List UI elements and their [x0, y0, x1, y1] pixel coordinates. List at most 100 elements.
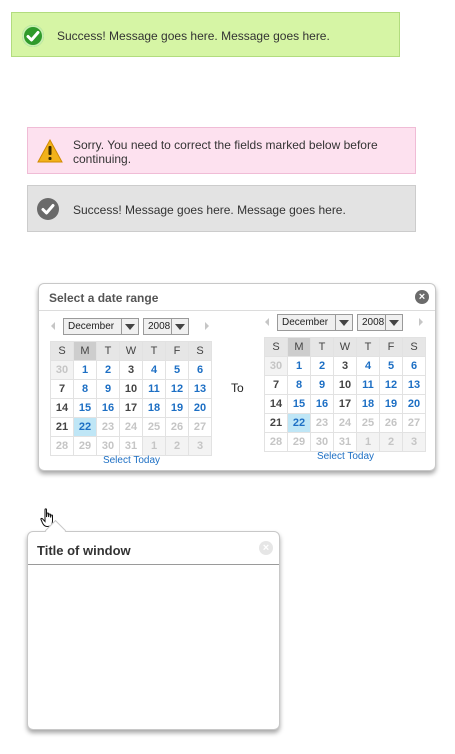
calendar-day[interactable]: 4 [142, 360, 166, 380]
calendar-day: 27 [402, 413, 426, 433]
weekday-header: S [50, 341, 74, 361]
calendar-day: 29 [73, 436, 97, 456]
calendar-day: 7 [264, 375, 288, 395]
weekday-header: F [165, 341, 189, 361]
next-month-arrow-icon[interactable] [419, 318, 423, 326]
calendar-day: 21 [264, 413, 288, 433]
calendar-day: 30 [50, 360, 74, 380]
calendar-day[interactable]: 1 [287, 356, 311, 376]
calendar-day[interactable]: 15 [287, 394, 311, 414]
calendar-day: 10 [119, 379, 143, 399]
calendar-day: 30 [96, 436, 120, 456]
calendar-day: 29 [287, 432, 311, 452]
calendar-day: 1 [356, 432, 380, 452]
calendar-day: 2 [379, 432, 403, 452]
month-select[interactable]: December [277, 314, 353, 331]
calendar-day: 3 [333, 356, 357, 376]
calendar-day[interactable]: 18 [142, 398, 166, 418]
year-select-value: 2008 [148, 321, 171, 332]
calendar-day: 17 [333, 394, 357, 414]
calendar-day: 28 [50, 436, 74, 456]
calendar-day: 30 [264, 356, 288, 376]
calendar-day[interactable]: 5 [165, 360, 189, 380]
month-select[interactable]: December [63, 318, 139, 335]
calendar-day[interactable]: 8 [287, 375, 311, 395]
calendar-day: 7 [50, 379, 74, 399]
calendar-day: 17 [119, 398, 143, 418]
calendar-day[interactable]: 6 [402, 356, 426, 376]
weekday-header: S [264, 337, 288, 357]
calendar-day: 23 [310, 413, 334, 433]
weekday-header: S [402, 337, 426, 357]
calendar-day[interactable]: 19 [165, 398, 189, 418]
select-today-link[interactable]: Select Today [50, 455, 213, 466]
year-select[interactable]: 2008 [143, 318, 189, 335]
calendar-day: 26 [379, 413, 403, 433]
popup-window: Title of window × [27, 519, 280, 730]
previous-month-arrow-icon[interactable] [265, 318, 269, 326]
calendar-grid: S M T W T F S 30 1 2 3 4 5 6 7 8 9 10 11 12 13 14 15 16 17 18 19 20… [50, 341, 212, 456]
neutral-message-text: Success! Message goes here. Message goes… [73, 203, 346, 217]
calendar-day[interactable]: 2 [96, 360, 120, 380]
month-select-value: December [282, 317, 329, 328]
previous-month-arrow-icon[interactable] [51, 322, 55, 330]
calendar-day[interactable]: 19 [379, 394, 403, 414]
calendar-day: 3 [119, 360, 143, 380]
calendar-day: 1 [142, 436, 166, 456]
calendar-day[interactable]: 20 [188, 398, 212, 418]
neutral-message: Success! Message goes here. Message goes… [27, 185, 416, 232]
calendar-day[interactable]: 9 [310, 375, 334, 395]
calendar-day: 3 [402, 432, 426, 452]
calendar-day[interactable]: 12 [379, 375, 403, 395]
weekday-header: W [119, 341, 143, 361]
calendar-day[interactable]: 6 [188, 360, 212, 380]
calendar-day: 21 [50, 417, 74, 437]
calendar-day: 24 [119, 417, 143, 437]
calendar-day: 30 [310, 432, 334, 452]
window-title: Title of window [37, 543, 131, 558]
error-message: Sorry. You need to correct the fields ma… [27, 127, 416, 174]
weekday-header: M [287, 337, 311, 357]
calendar-day[interactable]: 15 [73, 398, 97, 418]
calendar-day[interactable]: 1 [73, 360, 97, 380]
calendar-day: 23 [96, 417, 120, 437]
calendar-day[interactable]: 13 [402, 375, 426, 395]
calendar-day[interactable]: 22 [73, 417, 97, 437]
next-month-arrow-icon[interactable] [205, 322, 209, 330]
calendar-day[interactable]: 9 [96, 379, 120, 399]
weekday-header: S [188, 341, 212, 361]
calendar-day[interactable]: 11 [142, 379, 166, 399]
calendar-day[interactable]: 16 [310, 394, 334, 414]
calendar-day: 31 [333, 432, 357, 452]
calendar-day: 31 [119, 436, 143, 456]
weekday-header: M [73, 341, 97, 361]
weekday-header: W [333, 337, 357, 357]
calendar-day: 14 [50, 398, 74, 418]
calendar-day: 26 [165, 417, 189, 437]
divider [39, 310, 435, 311]
select-today-link[interactable]: Select Today [264, 451, 427, 462]
close-icon[interactable]: × [415, 290, 429, 304]
chevron-down-icon [335, 315, 352, 330]
weekday-header: T [96, 341, 120, 361]
calendar-day: 2 [165, 436, 189, 456]
calendar-day[interactable]: 16 [96, 398, 120, 418]
calendar-day[interactable]: 12 [165, 379, 189, 399]
calendar-day: 28 [264, 432, 288, 452]
calendar-day[interactable]: 4 [356, 356, 380, 376]
calendar-day[interactable]: 22 [287, 413, 311, 433]
calendar-day[interactable]: 2 [310, 356, 334, 376]
calendar-day[interactable]: 5 [379, 356, 403, 376]
check-circle-icon [22, 25, 44, 47]
calendar-day[interactable]: 11 [356, 375, 380, 395]
chevron-down-icon [171, 319, 188, 334]
calendar-day[interactable]: 8 [73, 379, 97, 399]
check-circle-icon [37, 198, 59, 220]
calendar-day: 10 [333, 375, 357, 395]
year-select[interactable]: 2008 [357, 314, 403, 331]
calendar-day[interactable]: 18 [356, 394, 380, 414]
calendar-day[interactable]: 20 [402, 394, 426, 414]
close-icon[interactable]: × [259, 541, 273, 555]
calendar-day[interactable]: 13 [188, 379, 212, 399]
warning-icon [37, 138, 63, 163]
